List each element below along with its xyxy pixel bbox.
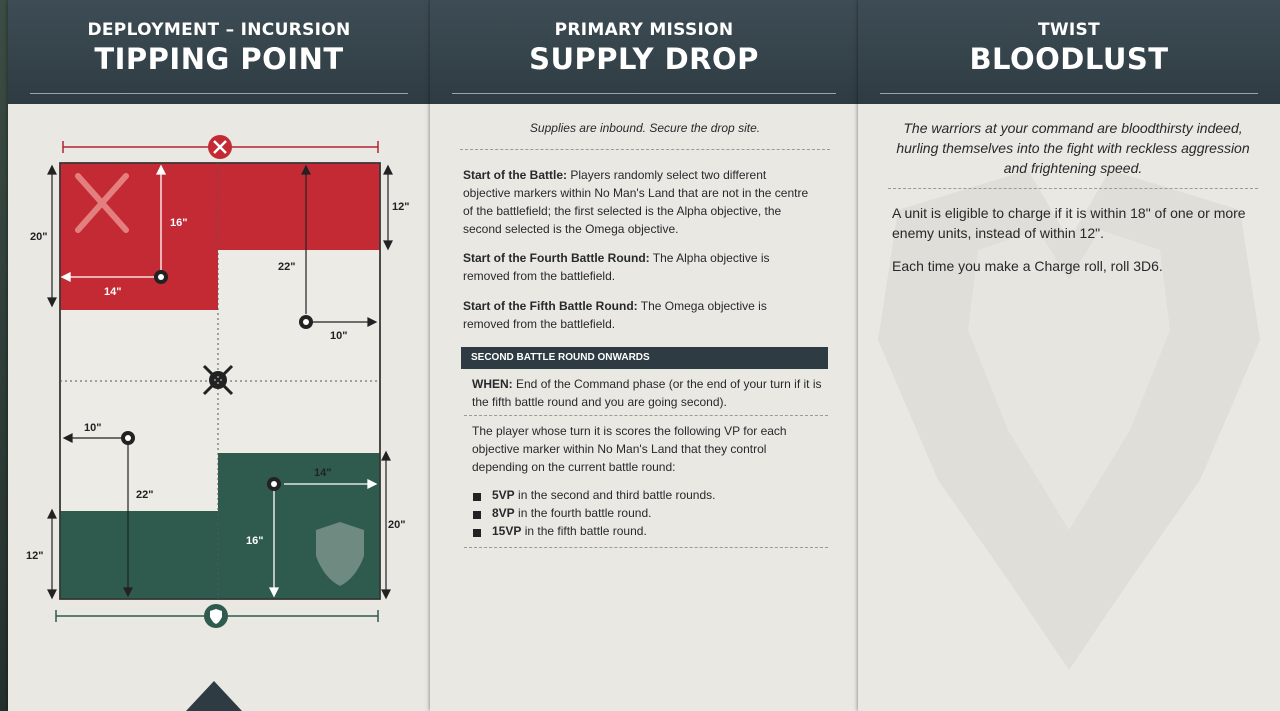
distance-label: 20": [30, 231, 47, 243]
vp-bullet: 5VP in the second and third battle round…: [492, 488, 716, 502]
deployment-title: TIPPING POINT: [94, 42, 344, 76]
divider: [460, 149, 830, 150]
divider: [464, 547, 828, 548]
divider: [464, 415, 828, 416]
distance-label: 16": [246, 535, 263, 547]
mission-title: SUPPLY DROP: [529, 42, 759, 76]
bullet-icon: [473, 493, 481, 501]
mission-subtitle: PRIMARY MISSION: [554, 20, 734, 40]
twist-card: TWIST BLOODLUST The warriors at your com…: [858, 0, 1280, 711]
mission-flavor-text: Supplies are inbound. Secure the drop si…: [529, 121, 761, 135]
distance-label: 12": [26, 550, 43, 562]
distance-label: 12": [392, 201, 409, 213]
rule-fifth-round: Start of the Fifth Battle Round: The Ome…: [463, 299, 767, 331]
divider: [888, 188, 1258, 189]
distance-label: 10": [330, 330, 347, 342]
section-bar: SECOND BATTLE ROUND ONWARDS: [461, 347, 828, 369]
objective-marker: [154, 270, 168, 284]
rule-fourth-round: Start of the Fourth Battle Round: The Al…: [463, 251, 770, 283]
twist-header: TWIST BLOODLUST: [858, 0, 1280, 104]
distance-label: 22": [136, 489, 153, 501]
twist-title: BLOODLUST: [969, 42, 1169, 76]
twist-rule-charge-roll: Each time you make a Charge roll, roll 3…: [892, 258, 1163, 274]
deployment-header: DEPLOYMENT – INCURSION TIPPING POINT: [8, 0, 430, 104]
header-divider: [452, 93, 836, 94]
deployment-map: 20" 16" 12" 22" 14" 10" 10" 22" 14" 16" …: [26, 135, 409, 711]
deployment-subtitle: DEPLOYMENT – INCURSION: [87, 20, 351, 40]
bullet-icon: [473, 511, 481, 519]
rule-start-of-battle: Start of the Battle: Players randomly se…: [463, 168, 809, 236]
objective-marker: [267, 477, 281, 491]
objective-marker: [299, 315, 313, 329]
objective-marker: [121, 431, 135, 445]
header-divider: [880, 93, 1258, 94]
distance-label: 22": [278, 261, 295, 273]
when-text: WHEN: End of the Command phase (or the e…: [472, 377, 822, 409]
bullet-icon: [473, 529, 481, 537]
vp-bullet: 8VP in the fourth battle round.: [492, 506, 652, 520]
mission-card: PRIMARY MISSION SUPPLY DROP Supplies are…: [430, 0, 858, 711]
header-divider: [30, 93, 408, 94]
twist-flavor-text: The warriors at your command are bloodth…: [896, 120, 1250, 176]
deployment-card: DEPLOYMENT – INCURSION TIPPING POINT 20"…: [8, 0, 430, 711]
card-notch: [186, 681, 242, 711]
distance-label: 10": [84, 422, 101, 434]
distance-label: 14": [104, 286, 121, 298]
distance-label: 20": [388, 519, 405, 531]
scoring-text: The player whose turn it is scores the f…: [472, 424, 787, 474]
twist-rule-charge-range: A unit is eligible to charge if it is wi…: [892, 205, 1246, 241]
distance-label: 16": [170, 217, 187, 229]
twist-subtitle: TWIST: [1037, 20, 1100, 40]
vp-bullet: 15VP in the fifth battle round.: [492, 524, 647, 538]
mission-header: PRIMARY MISSION SUPPLY DROP: [430, 0, 858, 104]
distance-label: 14": [314, 467, 331, 479]
